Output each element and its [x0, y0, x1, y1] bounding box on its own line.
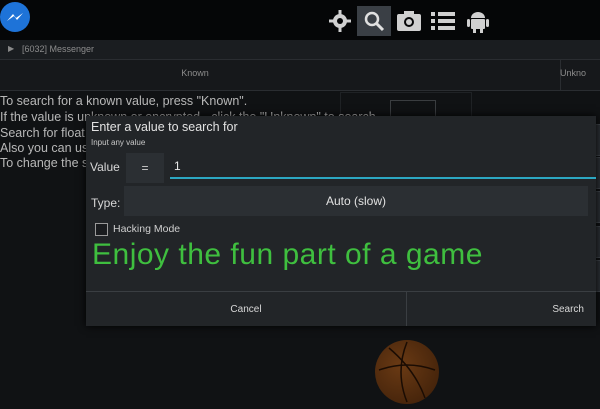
process-label[interactable]: [6032] Messenger: [22, 44, 94, 54]
type-label: Type:: [91, 196, 121, 210]
tab-known[interactable]: Known: [0, 68, 390, 78]
cancel-button[interactable]: Cancel: [86, 292, 406, 326]
android-icon[interactable]: [461, 6, 495, 36]
operator-button[interactable]: =: [126, 153, 164, 183]
help-line: Also you can us: [0, 141, 89, 155]
help-line: To change the s: [0, 156, 89, 170]
value-label: Value: [90, 160, 120, 174]
search-icon[interactable]: [357, 6, 391, 36]
basketball-image: [375, 340, 439, 404]
expand-arrow-icon[interactable]: ▶: [8, 44, 14, 53]
value-input[interactable]: [170, 155, 596, 179]
dialog-subtitle: Input any value: [91, 138, 146, 147]
tab-unknown[interactable]: Unkno: [560, 68, 600, 78]
help-line: To search for a known value, press "Know…: [0, 94, 248, 108]
hacking-mode-label[interactable]: Hacking Mode: [113, 223, 180, 235]
list-icon[interactable]: [426, 6, 460, 36]
gear-icon[interactable]: [323, 6, 357, 36]
messenger-app-icon[interactable]: [0, 2, 30, 32]
promo-overlay-text: Enjoy the fun part of a game: [92, 238, 483, 271]
search-button[interactable]: Search: [407, 292, 596, 326]
camera-icon[interactable]: [392, 6, 426, 36]
type-select[interactable]: Auto (slow): [124, 186, 588, 216]
top-toolbar: [0, 0, 600, 40]
help-line: Search for float: [0, 126, 85, 140]
dialog-title: Enter a value to search for: [91, 120, 238, 134]
hacking-mode-checkbox[interactable]: [95, 223, 108, 236]
